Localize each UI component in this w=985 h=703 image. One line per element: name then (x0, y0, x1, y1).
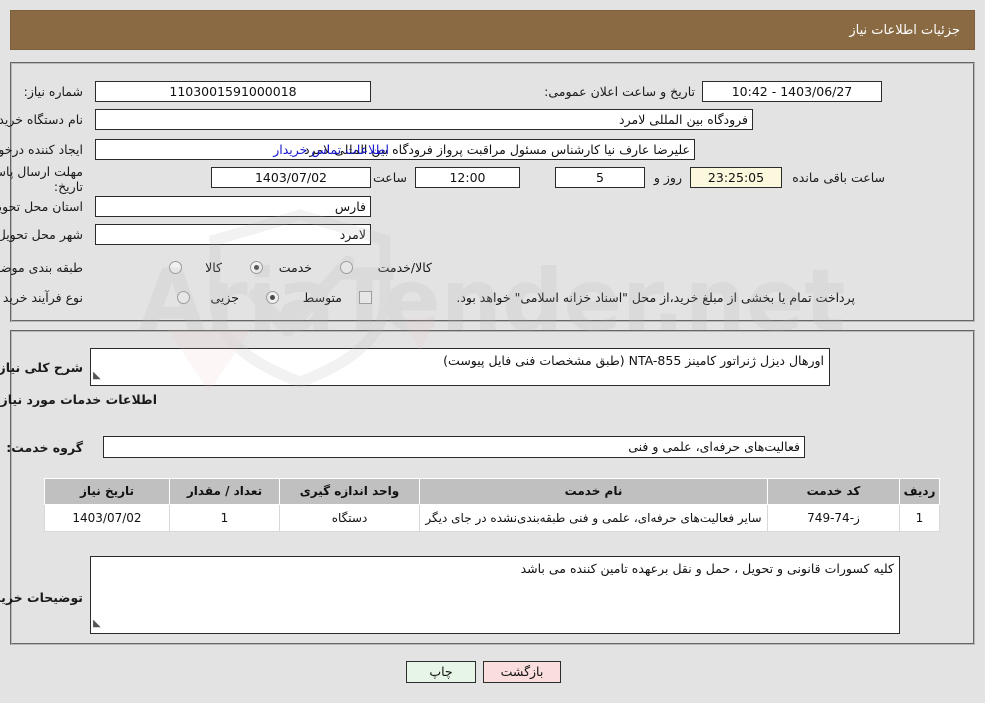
page-title: جزئیات اطلاعات نیاز (849, 22, 960, 38)
services-table: ردیف کد خدمت نام خدمت واحد اندازه گیری ت… (44, 478, 940, 532)
city-value: لامرد (95, 224, 371, 245)
col-header-unit: واحد اندازه گیری (279, 478, 420, 505)
col-header-service-name: نام خدمت (419, 478, 768, 505)
table-header-row: ردیف کد خدمت نام خدمت واحد اندازه گیری ت… (44, 478, 940, 505)
city-label: شهر محل تحویل: (0, 227, 83, 242)
public-announce-value: 1403/06/27 - 10:42 (702, 81, 882, 102)
buyer-notes-textarea[interactable]: کلیه کسورات قانونی و تحویل ، حمل و نقل ب… (90, 556, 900, 634)
col-header-service-code: کد خدمت (767, 478, 900, 505)
cell-service-code: ز-74-749 (767, 504, 900, 532)
category-option-label-1: خدمت (278, 260, 312, 275)
cell-need-date: 1403/07/02 (44, 504, 170, 532)
back-button[interactable]: بازگشت (483, 661, 561, 683)
print-button[interactable]: چاپ (406, 661, 476, 683)
window-title-bar: جزئیات اطلاعات نیاز (10, 10, 975, 50)
deadline-date-value: 1403/07/02 (211, 167, 371, 188)
days-remaining-value: 5 (555, 167, 645, 188)
col-header-row-number: ردیف (899, 478, 940, 505)
col-header-need-date: تاریخ نیاز (44, 478, 170, 505)
services-section-title: اطلاعات خدمات مورد نیاز (0, 392, 158, 407)
treasury-bonds-note: پرداخت تمام یا بخشی از مبلغ خرید،از محل … (456, 290, 855, 305)
service-group-value: فعالیت‌های حرفه‌ای، علمی و فنی (103, 436, 805, 458)
buyer-notes-value: کلیه کسورات قانونی و تحویل ، حمل و نقل ب… (520, 561, 894, 576)
process-option-label-0: جزیی (210, 290, 239, 305)
treasury-bonds-checkbox[interactable] (359, 291, 372, 304)
cell-row-number: 1 (899, 504, 940, 532)
deadline-label: مهلت ارسال پاسخ: تا تاریخ: (0, 164, 83, 194)
service-group-label: گروه خدمت: (6, 440, 83, 455)
category-radio-0[interactable] (169, 261, 182, 274)
process-label: نوع فرآیند خرید : (0, 290, 83, 305)
description-value: اورهال دیزل ژنراتور کامینز NTA-855 (طبق … (443, 353, 824, 368)
buyer-contact-link[interactable]: اطلاعات تماس خریدار (273, 142, 389, 157)
need-number-value: 1103001591000018 (95, 81, 371, 102)
buyer-org-label: نام دستگاه خریدار: (0, 112, 83, 127)
creator-label: ایجاد کننده درخواست: (0, 142, 83, 157)
category-radio-1[interactable] (250, 261, 263, 274)
creator-value: علیرضا عارف نیا کارشناس مسئول مراقبت پرو… (95, 139, 695, 160)
category-option-label-0: کالا (205, 260, 222, 275)
buyer-notes-label: توضیحات خریدار: (0, 590, 83, 605)
category-label: طبقه بندی موضوعی: (0, 260, 83, 275)
category-option-label-2: کالا/خدمت (377, 260, 432, 275)
days-unit-label: روز و (653, 170, 682, 185)
description-label: شرح کلی نیاز: (0, 360, 83, 375)
resize-grip-icon-notes[interactable]: ◢ (93, 615, 101, 632)
province-value: فارس (95, 196, 371, 217)
process-radio-1[interactable] (266, 291, 279, 304)
buyer-org-value: فرودگاه بین المللی لامرد (95, 109, 753, 130)
need-number-label: شماره نیاز: (23, 84, 83, 99)
deadline-time-value: 12:00 (415, 167, 520, 188)
province-label: استان محل تحویل: (0, 199, 83, 214)
public-announce-label: تاریخ و ساعت اعلان عمومی: (544, 84, 695, 99)
cell-quantity: 1 (169, 504, 280, 532)
cell-service-name: سایر فعالیت‌های حرفه‌ای، علمی و فنی طبقه… (419, 504, 768, 532)
page-root: AriaTender.net جزئیات اطلاعات نیاز شماره… (0, 0, 985, 703)
deadline-hour-label: ساعت (372, 170, 407, 185)
category-radio-2[interactable] (340, 261, 353, 274)
description-textarea[interactable]: اورهال دیزل ژنراتور کامینز NTA-855 (طبق … (90, 348, 830, 386)
process-option-label-1: متوسط (302, 290, 342, 305)
countdown-suffix-label: ساعت باقی مانده (792, 170, 885, 185)
table-row: 1 ز-74-749 سایر فعالیت‌های حرفه‌ای، علمی… (44, 504, 940, 532)
cell-unit: دستگاه (279, 504, 420, 532)
process-radio-0[interactable] (177, 291, 190, 304)
col-header-quantity: تعداد / مقدار (169, 478, 280, 505)
countdown-timer: 23:25:05 (690, 167, 782, 188)
resize-grip-icon[interactable]: ◢ (93, 367, 101, 384)
